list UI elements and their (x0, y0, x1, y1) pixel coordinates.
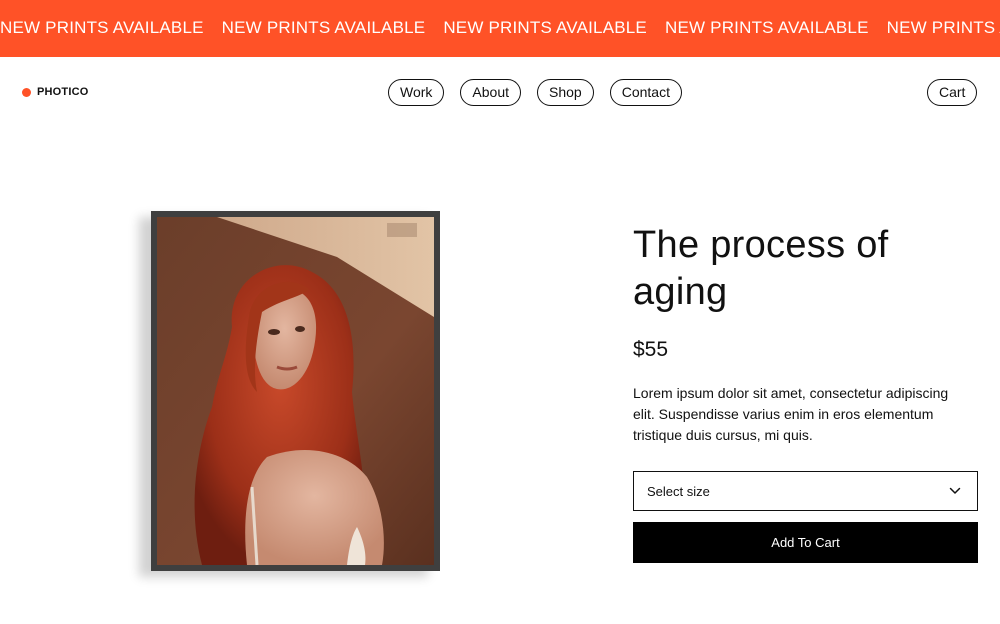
site-header: PHOTICO Work About Shop Contact Cart (0, 57, 1000, 127)
ticker-item: NEW PRINTS AVAILABLE (0, 18, 204, 37)
product-price: $55 (633, 338, 669, 361)
nav-link-about[interactable]: About (460, 79, 522, 106)
portrait-photo (157, 217, 434, 565)
announcement-ticker: NEW PRINTS AVAILABLE NEW PRINTS AVAILABL… (0, 0, 1000, 57)
cart-button[interactable]: Cart (927, 79, 978, 106)
product-description: Lorem ipsum dolor sit amet, consectetur … (633, 385, 949, 443)
ticker-item: NEW PRINTS AVAILABLE (664, 18, 869, 37)
size-select-value: Select size (647, 483, 710, 499)
ticker-item: NEW PRINTS AVAILABLE (443, 18, 647, 37)
chevron-down-icon (949, 487, 961, 494)
product-details: The process of aging $55 Lorem ipsum dol… (633, 222, 978, 446)
main-nav: Work About Shop Contact (388, 79, 682, 106)
add-to-cart-button[interactable]: Add To Cart (633, 522, 978, 563)
ticker-track: NEW PRINTS AVAILABLE NEW PRINTS AVAILABL… (0, 18, 1000, 38)
nav-link-contact[interactable]: Contact (609, 79, 682, 106)
brand-name: PHOTICO (37, 86, 89, 98)
ticker-item: NEW PRINTS AVAILABLE (221, 18, 426, 37)
brand-dot-icon (22, 87, 31, 97)
nav-link-shop[interactable]: Shop (537, 79, 594, 106)
size-select[interactable]: Select size (633, 471, 978, 511)
brand-logo[interactable]: PHOTICO (22, 86, 89, 98)
nav-link-work[interactable]: Work (388, 79, 445, 106)
product-image-frame (151, 211, 440, 571)
ticker-item: NEW PRINTS AVAILABLE (886, 18, 1000, 37)
product-title: The process of aging (633, 224, 889, 313)
